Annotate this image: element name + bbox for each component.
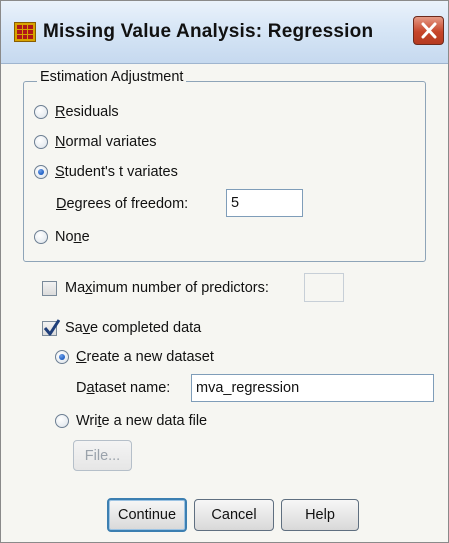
radio-write-new-data-file[interactable]: Write a new data file — [55, 410, 207, 432]
degrees-of-freedom-label: Degrees of freedom: — [56, 196, 189, 212]
radio-normal-variates[interactable]: Normal variates — [34, 131, 157, 153]
radio-students-t-variates-label: Student's t variates — [55, 164, 178, 180]
radio-normal-variates-label: Normal variates — [55, 134, 157, 150]
radio-button[interactable] — [34, 230, 48, 244]
radio-students-t-variates[interactable]: Student's t variates — [34, 161, 178, 183]
dialog-window: Missing Value Analysis: Regression Estim… — [0, 0, 449, 543]
help-button[interactable]: Help — [281, 499, 359, 531]
max-predictors-input[interactable] — [304, 273, 344, 302]
title-bar[interactable]: Missing Value Analysis: Regression — [1, 1, 448, 64]
radio-button[interactable] — [34, 135, 48, 149]
window-title: Missing Value Analysis: Regression — [43, 21, 374, 42]
dataset-name-input[interactable]: mva_regression — [191, 374, 434, 402]
checkmark-icon — [43, 318, 60, 335]
file-button[interactable]: File... — [73, 440, 132, 471]
dataset-name-label: Dataset name: — [76, 380, 171, 396]
radio-residuals-label: Residuals — [55, 104, 119, 120]
radio-create-new-dataset-label: Create a new dataset — [76, 349, 214, 365]
max-predictors-label: Maximum number of predictors: — [65, 280, 269, 296]
save-completed-data-checkbox-row[interactable]: Save completed data — [42, 317, 201, 339]
radio-button[interactable] — [34, 105, 48, 119]
radio-button[interactable] — [55, 414, 69, 428]
radio-write-new-data-file-label: Write a new data file — [76, 413, 208, 429]
close-button[interactable] — [413, 16, 444, 45]
radio-button-selected[interactable] — [55, 350, 69, 364]
radio-none-label: None — [55, 229, 90, 245]
save-completed-data-checkbox[interactable] — [42, 318, 60, 336]
close-icon — [421, 22, 437, 39]
cancel-button[interactable]: Cancel — [194, 499, 274, 531]
degrees-of-freedom-input[interactable]: 5 — [226, 189, 303, 217]
save-completed-data-label: Save completed data — [65, 320, 202, 336]
spss-grid-icon — [14, 22, 36, 42]
continue-button[interactable]: Continue — [107, 498, 187, 532]
radio-create-new-dataset[interactable]: Create a new dataset — [55, 346, 214, 368]
estimation-adjustment-legend: Estimation Adjustment — [37, 69, 187, 85]
max-predictors-checkbox[interactable] — [42, 280, 57, 296]
max-predictors-checkbox-row[interactable]: Maximum number of predictors: — [42, 277, 269, 299]
radio-residuals[interactable]: Residuals — [34, 101, 119, 123]
radio-none[interactable]: None — [34, 226, 90, 248]
radio-button-selected[interactable] — [34, 165, 48, 179]
